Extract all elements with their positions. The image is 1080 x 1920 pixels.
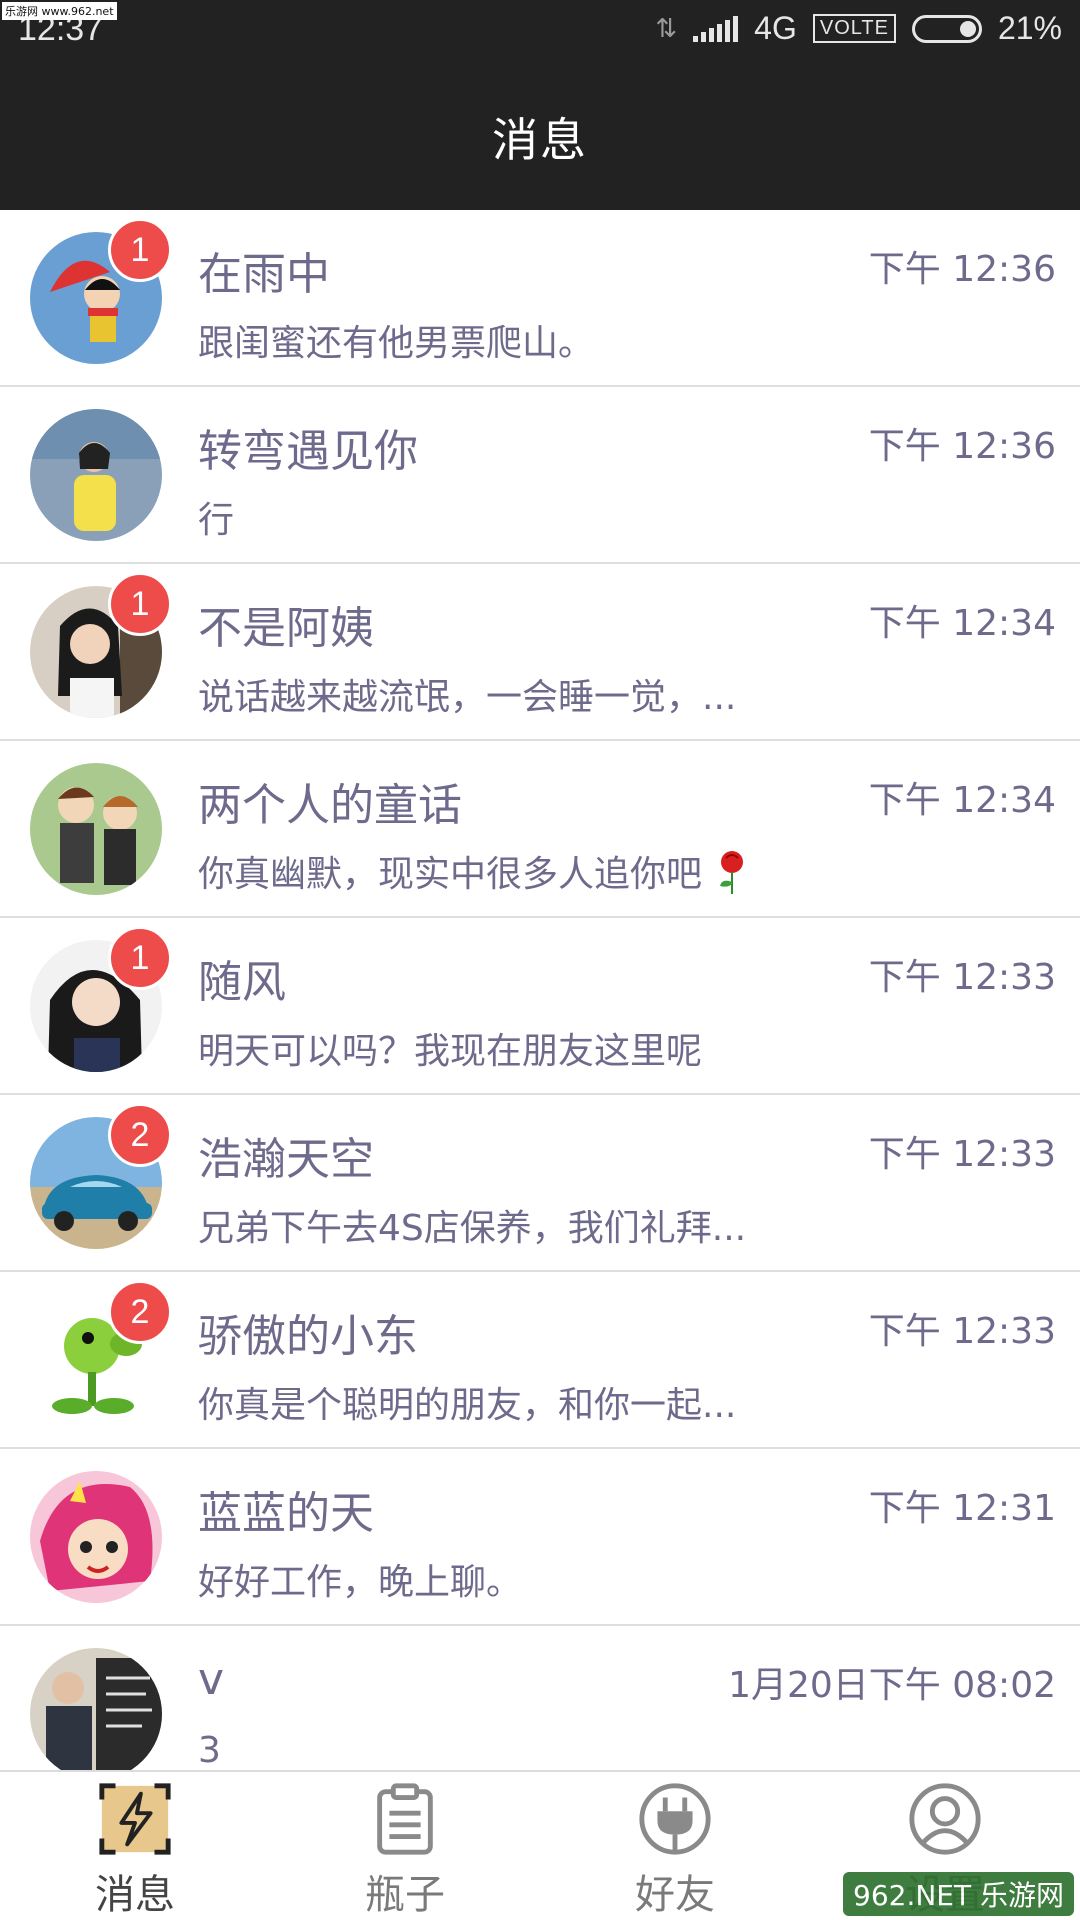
message-time: 下午 12:33	[868, 1134, 1056, 1175]
battery-percent: 21%	[997, 10, 1062, 46]
message-time: 1月20日下午 08:02	[728, 1665, 1056, 1706]
message-preview: 好好工作，晚上聊。	[198, 1562, 523, 1603]
conversation-row[interactable]: 1 不是阿姨 下午 12:34 说话越来越流氓，一会睡一觉，...	[0, 564, 1080, 741]
message-preview: 3	[198, 1730, 221, 1770]
avatar[interactable]	[30, 763, 162, 895]
message-preview: 行	[198, 500, 235, 541]
tab-bottles[interactable]: 瓶子	[270, 1772, 540, 1920]
unread-badge: 2	[108, 1103, 172, 1167]
contact-name: v	[198, 1654, 225, 1705]
unread-badge: 1	[108, 926, 172, 990]
conversation-row[interactable]: 1 在雨中 下午 12:36 跟闺蜜还有他男票爬山。	[0, 210, 1080, 387]
status-icons: ⇅ 4G VOLTE 21%	[655, 10, 1062, 47]
tab-label: 瓶子	[365, 1872, 445, 1918]
message-preview-text: 你真幽默，现实中很多人追你吧	[198, 854, 703, 895]
signal-icon	[693, 15, 739, 42]
data-arrows-icon: ⇅	[655, 13, 678, 43]
conversation-row[interactable]: v 1月20日下午 08:02 3	[0, 1626, 1080, 1770]
unread-badge: 1	[108, 218, 172, 282]
message-time: 下午 12:33	[868, 957, 1056, 998]
message-time: 下午 12:33	[868, 1311, 1056, 1352]
contact-name: 骄傲的小东	[198, 1311, 418, 1362]
avatar[interactable]	[30, 1471, 162, 1603]
watermark-bottom: 962.NET 乐游网	[843, 1872, 1074, 1916]
tab-label: 好友	[635, 1872, 715, 1918]
message-preview: 兄弟下午去4S店保养，我们礼拜...	[198, 1208, 747, 1249]
avatar[interactable]	[30, 1648, 162, 1770]
contact-name: 转弯遇见你	[198, 426, 418, 477]
unread-badge: 1	[108, 572, 172, 636]
clipboard-icon	[377, 1783, 433, 1855]
user-circle-icon	[909, 1783, 981, 1855]
tab-friends[interactable]: 好友	[540, 1772, 810, 1920]
message-preview: 你真幽默，现实中很多人追你吧	[198, 845, 838, 905]
lightning-icon	[99, 1783, 171, 1855]
message-time: 下午 12:31	[868, 1488, 1056, 1529]
contact-name: 在雨中	[198, 249, 330, 300]
battery-icon	[911, 14, 982, 43]
tab-messages[interactable]: 消息	[0, 1772, 270, 1920]
contact-name: 浩瀚天空	[198, 1134, 374, 1185]
tab-label: 消息	[95, 1872, 175, 1918]
contact-name: 两个人的童话	[198, 780, 462, 831]
contact-name: 蓝蓝的天	[198, 1488, 374, 1539]
conversation-row[interactable]: 转弯遇见你 下午 12:36 行	[0, 387, 1080, 564]
plug-icon	[639, 1783, 711, 1855]
message-time: 下午 12:34	[868, 780, 1056, 821]
message-time: 下午 12:36	[868, 426, 1056, 467]
watermark-top: 乐游网 www.962.net	[2, 2, 117, 20]
message-preview: 说话越来越流氓，一会睡一觉，...	[198, 677, 737, 718]
conversation-row[interactable]: 2 骄傲的小东 下午 12:33 你真是个聪明的朋友，和你一起...	[0, 1272, 1080, 1449]
app-bar: 消息	[0, 64, 1080, 210]
conversation-row[interactable]: 2 浩瀚天空 下午 12:33 兄弟下午去4S店保养，我们礼拜...	[0, 1095, 1080, 1272]
conversation-row[interactable]: 蓝蓝的天 下午 12:31 好好工作，晚上聊。	[0, 1449, 1080, 1626]
message-preview: 你真是个聪明的朋友，和你一起...	[198, 1385, 737, 1426]
page-title: 消息	[492, 113, 588, 167]
network-type: 4G	[754, 10, 797, 46]
unread-badge: 2	[108, 1280, 172, 1344]
status-bar: 12:37 ⇅ 4G VOLTE 21%	[0, 0, 1080, 64]
avatar[interactable]	[30, 409, 162, 541]
rose-icon	[712, 848, 752, 905]
message-time: 下午 12:34	[868, 603, 1056, 644]
message-preview: 明天可以吗？我现在朋友这里呢	[198, 1031, 703, 1072]
message-time: 下午 12:36	[868, 249, 1056, 290]
message-preview: 跟闺蜜还有他男票爬山。	[198, 323, 595, 364]
conversation-list: 1 在雨中 下午 12:36 跟闺蜜还有他男票爬山。 转弯遇见你 下午 12:3…	[0, 210, 1080, 1770]
volte-indicator: VOLTE	[812, 14, 896, 43]
contact-name: 不是阿姨	[198, 603, 374, 654]
contact-name: 随风	[198, 957, 286, 1008]
conversation-row[interactable]: 两个人的童话 下午 12:34 你真幽默，现实中很多人追你吧	[0, 741, 1080, 918]
conversation-row[interactable]: 1 随风 下午 12:33 明天可以吗？我现在朋友这里呢	[0, 918, 1080, 1095]
